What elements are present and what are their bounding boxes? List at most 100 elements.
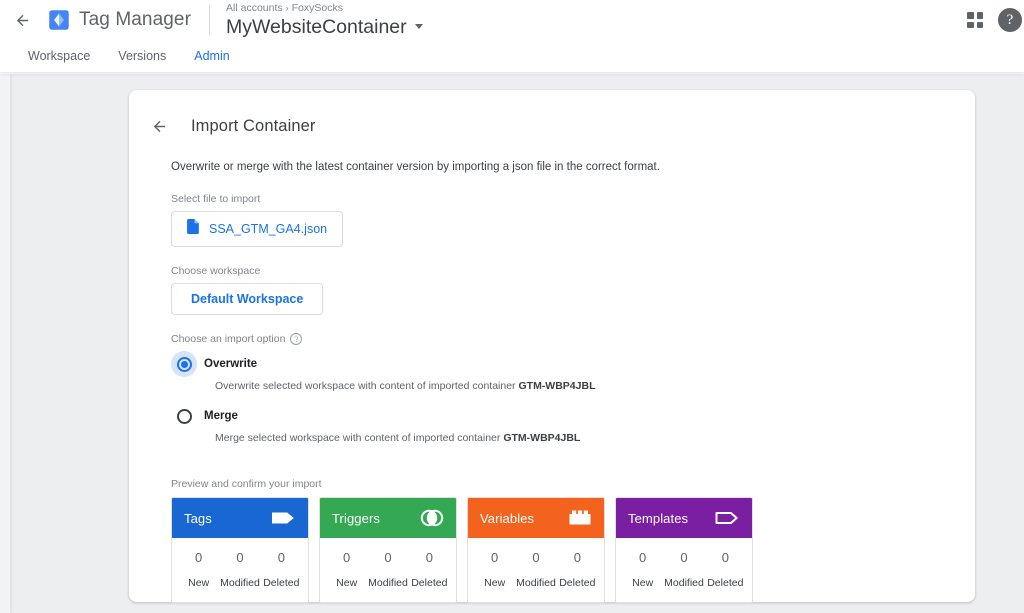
stat-caption: Deleted — [559, 577, 596, 589]
stat-caption: Modified — [664, 577, 704, 589]
choose-workspace-label: Choose workspace — [171, 265, 933, 277]
stat-caption: Deleted — [263, 577, 300, 589]
stat-caption: Modified — [368, 577, 408, 589]
select-file-label-text: Select file to import — [171, 193, 261, 205]
help-circle-icon[interactable]: ? — [290, 333, 303, 345]
radio-desc-merge: Merge selected workspace with content of… — [215, 432, 933, 444]
select-file-label: Select file to import — [171, 193, 933, 205]
trigger-venn-icon — [420, 507, 444, 529]
preview-card-triggers[interactable]: Triggers 0 New 0 Modified 0 Deleted — [319, 497, 457, 603]
import-container-card: Import Container Overwrite or merge with… — [129, 90, 975, 603]
tab-versions[interactable]: Versions — [104, 40, 180, 73]
radio-desc-merge-text: Merge selected workspace with content of… — [215, 432, 504, 444]
stat-new: 0 New — [622, 549, 663, 590]
brick-icon — [568, 509, 592, 527]
stat-modified: 0 Modified — [219, 549, 260, 590]
import-option-overwrite: Overwrite Overwrite selected workspace w… — [171, 351, 933, 392]
preview-card-templates-body: 0 New 0 Modified 0 Deleted — [616, 538, 752, 602]
stat-value: 0 — [680, 550, 688, 565]
tab-workspace[interactable]: Workspace — [14, 40, 104, 73]
stat-new: 0 New — [178, 549, 219, 590]
stat-caption: New — [336, 577, 358, 589]
radio-ring — [176, 356, 192, 372]
page-description: Overwrite or merge with the latest conta… — [171, 161, 660, 173]
preview-cards: Tags 0 New 0 Modified 0 Deleted Triggers… — [171, 497, 933, 603]
choose-workspace-label-text: Choose workspace — [171, 265, 261, 277]
apps-grid-icon[interactable] — [966, 11, 984, 29]
preview-card-triggers-body: 0 New 0 Modified 0 Deleted — [320, 538, 456, 602]
stat-new: 0 New — [474, 549, 515, 590]
selected-file-name: SSA_GTM_GA4.json — [209, 222, 328, 236]
preview-card-tags-body: 0 New 0 Modified 0 Deleted — [172, 538, 308, 602]
stat-value: 0 — [573, 550, 581, 565]
stat-value: 0 — [384, 550, 392, 565]
tab-admin[interactable]: Admin — [180, 40, 243, 73]
help-icon[interactable]: ? — [998, 8, 1022, 32]
preview-card-templates-title: Templates — [628, 510, 689, 526]
breadcrumb: All accounts › FoxySocks — [226, 2, 423, 15]
stat-caption: Deleted — [707, 577, 744, 589]
stat-caption: Deleted — [411, 577, 448, 589]
preview-card-tags-header: Tags — [172, 498, 308, 538]
preview-card-triggers-title: Triggers — [332, 510, 380, 526]
global-back-icon[interactable] — [8, 6, 36, 34]
preview-card-templates-header: Templates — [616, 498, 752, 538]
preview-card-templates[interactable]: Templates 0 New 0 Modified 0 Deleted — [615, 497, 753, 603]
stat-new: 0 New — [326, 549, 367, 590]
apps-grid-dot — [976, 21, 983, 28]
workspace-selector-button[interactable]: Default Workspace — [171, 283, 324, 315]
radio-row-merge[interactable]: Merge — [171, 403, 933, 429]
tag-outline-icon — [714, 509, 740, 527]
stat-caption: New — [188, 577, 210, 589]
stat-caption: Modified — [220, 577, 260, 589]
stat-deleted: 0 Deleted — [705, 549, 746, 590]
radio-desc-overwrite-container-id: GTM-WBP4JBL — [518, 380, 596, 392]
stat-row: 0 New 0 Modified 0 Deleted — [178, 549, 302, 590]
workspace-selector-value: Default Workspace — [191, 292, 304, 306]
stat-modified: 0 Modified — [515, 549, 556, 590]
preview-card-tags[interactable]: Tags 0 New 0 Modified 0 Deleted — [171, 497, 309, 603]
radio-overwrite[interactable] — [171, 351, 197, 377]
apps-grid-dot — [967, 21, 974, 28]
stat-caption: Modified — [516, 577, 556, 589]
tag-filled-icon — [270, 509, 296, 527]
primary-nav-tabs: Workspace Versions Admin — [0, 40, 1024, 73]
radio-desc-overwrite-text: Overwrite selected workspace with conten… — [215, 380, 519, 392]
radio-row-overwrite[interactable]: Overwrite — [171, 351, 933, 377]
stat-value: 0 — [343, 550, 351, 565]
stat-deleted: 0 Deleted — [409, 549, 450, 590]
preview-card-variables[interactable]: Variables 0 New 0 Modified 0 Deleted — [467, 497, 605, 603]
radio-merge[interactable] — [171, 403, 197, 429]
preview-card-variables-title: Variables — [480, 510, 535, 526]
container-name: MyWebsiteContainer — [226, 15, 407, 38]
stat-value: 0 — [195, 550, 203, 565]
stat-deleted: 0 Deleted — [557, 549, 598, 590]
selected-file-chip[interactable]: SSA_GTM_GA4.json — [171, 211, 344, 247]
radio-ring — [176, 408, 192, 424]
radio-label-overwrite: Overwrite — [204, 358, 258, 370]
card-header: Import Container — [129, 90, 975, 138]
stat-row: 0 New 0 Modified 0 Deleted — [474, 549, 598, 590]
import-option-label-text: Choose an import option — [171, 333, 286, 345]
topbar-divider — [209, 5, 211, 35]
stat-row: 0 New 0 Modified 0 Deleted — [326, 549, 450, 590]
stat-caption: New — [632, 577, 654, 589]
breadcrumb-current[interactable]: FoxySocks — [292, 2, 343, 14]
breadcrumb-separator-icon: › — [285, 2, 289, 13]
radio-dot — [180, 360, 188, 368]
card-back-icon[interactable] — [147, 114, 171, 138]
topbar-actions: ? — [966, 8, 1022, 32]
stat-row: 0 New 0 Modified 0 Deleted — [622, 549, 746, 590]
radio-desc-merge-container-id: GTM-WBP4JBL — [503, 432, 581, 444]
stat-caption: New — [484, 577, 506, 589]
stat-value: 0 — [721, 550, 729, 565]
breadcrumb-accounts[interactable]: All accounts — [226, 2, 283, 14]
radio-label-merge: Merge — [204, 410, 238, 422]
preview-label: Preview and confirm your import — [171, 478, 322, 490]
collapsed-sidebar-rail — [0, 74, 10, 613]
container-selector[interactable]: MyWebsiteContainer — [226, 15, 423, 39]
stat-value: 0 — [639, 550, 647, 565]
radio-desc-overwrite: Overwrite selected workspace with conten… — [215, 380, 933, 392]
top-app-bar: Tag Manager All accounts › FoxySocks MyWeb… — [0, 0, 1024, 40]
apps-grid-dot — [967, 12, 974, 19]
